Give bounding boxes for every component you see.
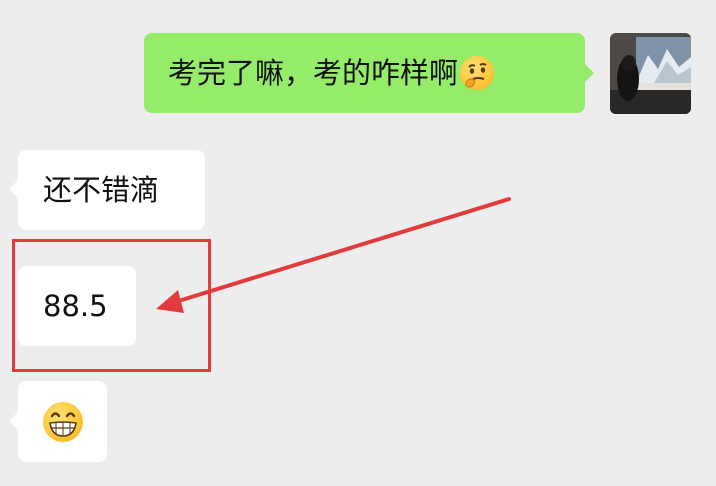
arrow-head-icon bbox=[156, 290, 184, 313]
annotation-arrow bbox=[156, 197, 511, 313]
